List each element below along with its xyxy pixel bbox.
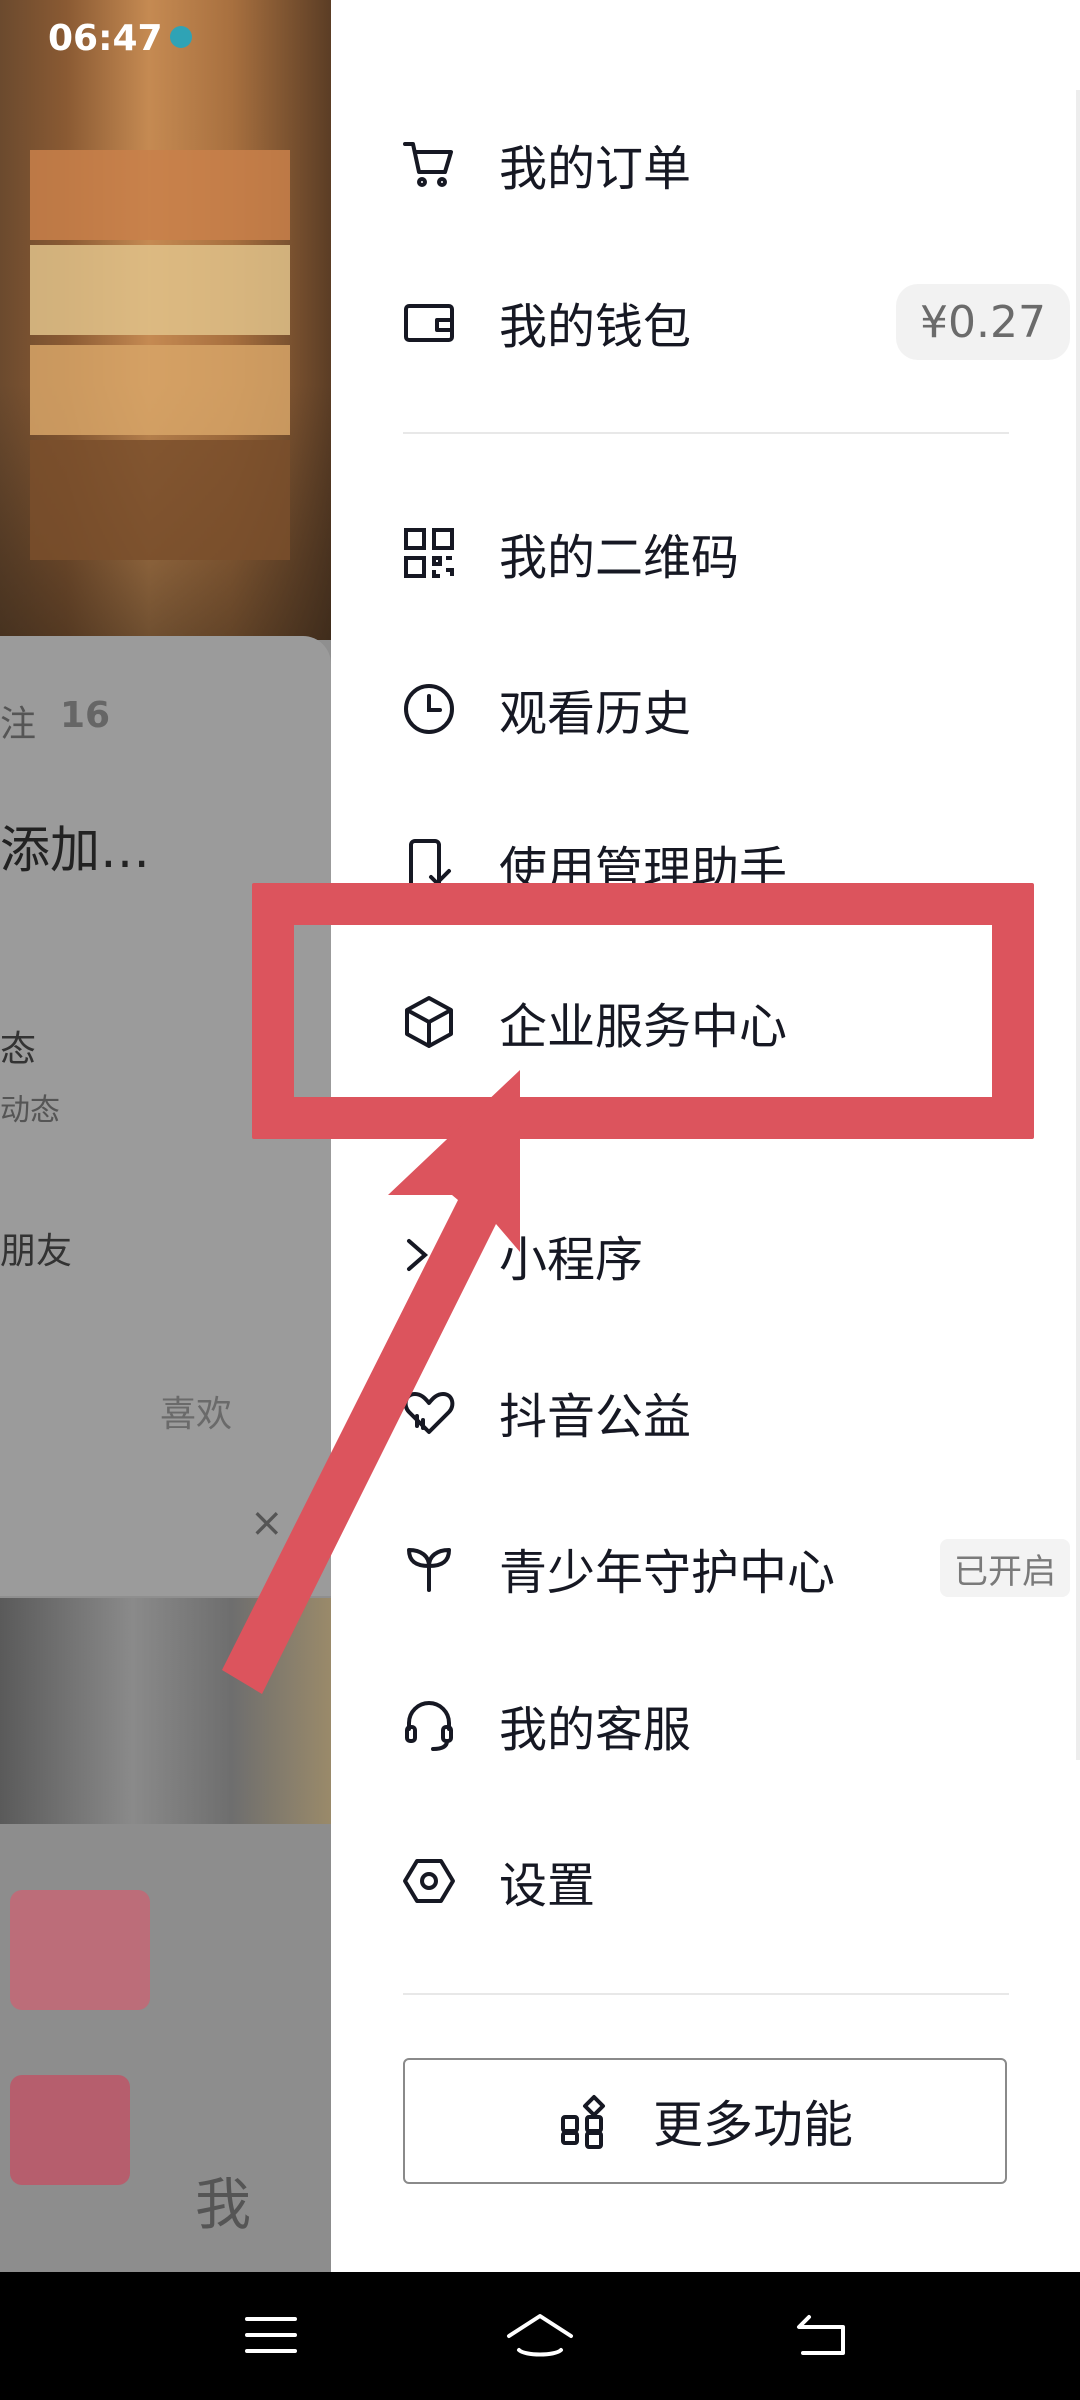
menu-label-history: 观看历史 bbox=[499, 686, 692, 742]
menu-item-miniprogram[interactable]: 小程序 bbox=[331, 1205, 1080, 1305]
menu-item-settings[interactable]: 设置 bbox=[331, 1831, 1080, 1931]
wallet-balance-badge: ¥0.27 bbox=[896, 284, 1070, 360]
menu-label-service: 我的客服 bbox=[499, 1702, 692, 1758]
qrcode-icon bbox=[401, 525, 457, 581]
cart-icon bbox=[401, 136, 457, 192]
clock-icon bbox=[401, 681, 457, 737]
profile-name: 添加… bbox=[0, 821, 150, 879]
hexagon-settings-icon bbox=[401, 1853, 457, 1909]
moments-subtitle: 动态 bbox=[0, 1093, 60, 1128]
close-icon: × bbox=[250, 1500, 284, 1546]
divider bbox=[403, 1993, 1009, 1995]
menu-icon[interactable] bbox=[236, 2300, 306, 2370]
system-navigation-bar bbox=[0, 2272, 1080, 2400]
status-time: 06:47 bbox=[48, 18, 163, 59]
menu-label-teen: 青少年守护中心 bbox=[499, 1545, 836, 1601]
profile-cover-photo bbox=[0, 0, 331, 640]
menu-label-wallet: 我的钱包 bbox=[499, 299, 692, 355]
menu-item-wallet[interactable]: 我的钱包 ¥0.27 bbox=[331, 272, 1080, 372]
sprout-icon bbox=[401, 1540, 457, 1596]
heart-icon bbox=[401, 1384, 457, 1440]
divider bbox=[403, 432, 1009, 434]
headset-icon bbox=[401, 1697, 457, 1753]
thumbnail-pink-1 bbox=[10, 1890, 150, 2010]
friends-label: 朋友 bbox=[0, 1231, 73, 1272]
menu-item-qrcode[interactable]: 我的二维码 bbox=[331, 503, 1080, 603]
menu-item-service[interactable]: 我的客服 bbox=[331, 1675, 1080, 1775]
likes-tab: 喜欢 bbox=[160, 1394, 233, 1435]
menu-label-settings: 设置 bbox=[499, 1858, 596, 1914]
miniprogram-icon bbox=[401, 1227, 457, 1283]
annotation-highlight-box bbox=[252, 883, 1034, 1139]
grid-icon bbox=[557, 2093, 613, 2149]
menu-item-orders[interactable]: 我的订单 bbox=[331, 114, 1080, 214]
thumbnail-pink-2 bbox=[10, 2075, 130, 2185]
video-thumbnail bbox=[0, 1598, 331, 1824]
status-notification-icon bbox=[170, 26, 192, 48]
menu-item-teen[interactable]: 青少年守护中心 已开启 bbox=[331, 1518, 1080, 1618]
following-label: 注 bbox=[0, 704, 37, 745]
teen-status-badge: 已开启 bbox=[940, 1539, 1070, 1597]
wallet-icon bbox=[401, 294, 457, 350]
moments-title: 态 bbox=[0, 1029, 37, 1070]
stats-text: 16 bbox=[60, 695, 111, 736]
home-icon[interactable] bbox=[505, 2300, 575, 2370]
menu-label-qrcode: 我的二维码 bbox=[499, 530, 740, 586]
menu-label-orders: 我的订单 bbox=[499, 141, 692, 197]
menu-item-history[interactable]: 观看历史 bbox=[331, 659, 1080, 759]
menu-label-charity: 抖音公益 bbox=[499, 1389, 692, 1445]
more-features-label: 更多功能 bbox=[653, 2096, 853, 2154]
menu-item-charity[interactable]: 抖音公益 bbox=[331, 1362, 1080, 1462]
back-icon[interactable] bbox=[788, 2300, 858, 2370]
more-features-button[interactable]: 更多功能 bbox=[403, 2058, 1007, 2184]
me-tab: 我 bbox=[195, 2173, 251, 2238]
menu-label-miniprogram: 小程序 bbox=[499, 1232, 644, 1288]
